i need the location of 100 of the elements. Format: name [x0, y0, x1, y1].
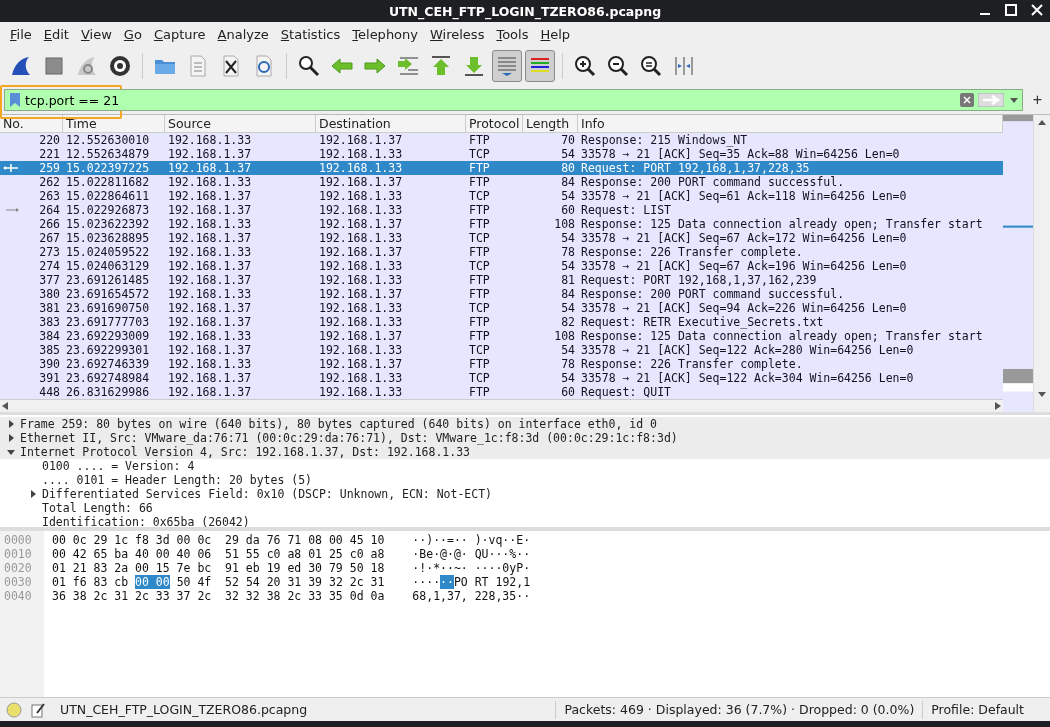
packet-row[interactable]: 259 15.022397225 192.168.1.37 192.168.1.33 FTP 80 Request: PORT 192,168,1,37,228,35: [0, 161, 1003, 175]
hex-bytes: 01 f6 83 cb 00 00 50 4f 52 54 20 31 39 32 2c 31: [52, 575, 385, 589]
column-header[interactable]: Time: [63, 115, 165, 132]
packet-row[interactable]: 273 15.024059522 192.168.1.33 192.168.1.37 FTP 78 Response: 226 Transfer complete.: [0, 245, 1003, 259]
display-filter-input[interactable]: tcp.port == 21: [22, 92, 958, 108]
table-cell-text: 23.692746339: [65, 357, 151, 371]
packet-row[interactable]: 383 23.691777703 192.168.1.37 192.168.1.33 FTP 82 Request: RETR Executive_Secrets.txt: [0, 315, 1003, 329]
packet-row[interactable]: 221 12.552634879 192.168.1.37 192.168.1.33 TCP 54 33578 → 21 [ACK] Seq=35 Ack=88 Win=64256 Len=0: [0, 147, 1003, 161]
packet-row[interactable]: 377 23.691261485 192.168.1.37 192.168.1.33 FTP 81 Request: PORT 192,168,1,37,162,239: [0, 273, 1003, 287]
table-cell-text: Response: 215 Windows_NT: [580, 133, 749, 147]
table-cell-text: 33578 → 21 [ACK] Seq=67 Ack=172 Win=64256 Len=0: [580, 231, 908, 245]
table-cell-text: 33578 → 21 [ACK] Seq=35 Ack=88 Win=64256 Len=0: [580, 147, 901, 161]
scroll-left-icon[interactable]: [2, 402, 8, 410]
byte-offset: 0030: [4, 575, 33, 589]
stop-icon: [42, 54, 66, 78]
tree-item[interactable]: Total Length: 66: [42, 501, 153, 515]
packet-row[interactable]: 384 23.692293009 192.168.1.33 192.168.1.37 FTP 108 Response: 125 Data connection already open; Transfer start: [0, 329, 1003, 343]
column-header[interactable]: No.: [0, 115, 63, 132]
expand-arrow-icon[interactable]: [6, 433, 16, 443]
tree-item[interactable]: 0100 .... = Version: 4: [42, 459, 195, 473]
table-cell-text: 108: [553, 329, 576, 343]
table-cell-text: 78: [560, 357, 576, 371]
table-cell-text: 192.168.1.33: [318, 273, 404, 287]
menu-item[interactable]: Analyze: [211, 26, 275, 42]
maximize-icon[interactable]: [1004, 3, 1018, 17]
table-cell-text: 60: [560, 385, 576, 399]
table-cell-text: Request: PORT 192,168,1,37,228,35: [580, 161, 811, 175]
hex-bytes: 01 21 83 2a 00 15 7e bc 91 eb 19 ed 30 79 50 18: [52, 561, 385, 575]
table-cell-text: FTP: [468, 385, 491, 399]
menu-item[interactable]: Telephony: [346, 26, 424, 42]
column-header[interactable]: Protocol: [466, 115, 523, 132]
packet-row[interactable]: 274 15.024063129 192.168.1.37 192.168.1.33 TCP 54 33578 → 21 [ACK] Seq=67 Ack=196 Win=64256 Len=0: [0, 259, 1003, 273]
ascii-text: ·Be·@·@· QU···%··: [412, 547, 531, 561]
column-header[interactable]: Destination: [316, 115, 466, 132]
menu-item[interactable]: View: [74, 26, 118, 42]
table-cell-text: TCP: [468, 301, 491, 315]
table-cell-text: 78: [560, 245, 576, 259]
tree-item[interactable]: Differentiated Services Field: 0x10 (DSCP: Unknown, ECN: Not-ECT): [42, 487, 493, 501]
goto-packet-icon: [396, 54, 420, 78]
packet-row[interactable]: 381 23.691690750 192.168.1.37 192.168.1.33 TCP 54 33578 → 21 [ACK] Seq=94 Ack=226 Win=64256 Len=0: [0, 301, 1003, 315]
table-cell-text: Response: 125 Data connection already open; Transfer start: [580, 329, 984, 343]
table-cell-text: 262: [38, 175, 61, 189]
table-cell-text: 384: [38, 329, 61, 343]
packet-row[interactable]: 266 15.023622392 192.168.1.33 192.168.1.37 FTP 108 Response: 125 Data connection already open; Transfer start: [0, 217, 1003, 231]
menu-item[interactable]: Edit: [37, 26, 75, 42]
expand-arrow-icon[interactable]: [28, 489, 38, 499]
scroll-down-icon[interactable]: [1038, 390, 1046, 398]
add-filter-button[interactable]: +: [1028, 91, 1046, 109]
menu-item[interactable]: Wireless: [424, 26, 491, 42]
packet-row[interactable]: 385 23.692299301 192.168.1.37 192.168.1.33 TCP 54 33578 → 21 [ACK] Seq=122 Ack=280 Win=64256 Len=0: [0, 343, 1003, 357]
tree-item[interactable]: .... 0101 = Header Length: 20 bytes (5): [42, 473, 313, 487]
menu-item[interactable]: Capture: [147, 26, 212, 42]
menu-item[interactable]: Statistics: [274, 26, 347, 42]
packet-row[interactable]: 220 12.552630010 192.168.1.33 192.168.1.37 FTP 70 Response: 215 Windows_NT: [0, 133, 1003, 147]
search-icon: [297, 54, 321, 78]
menu-item[interactable]: File: [4, 26, 38, 42]
clear-button[interactable]: [957, 91, 976, 109]
packet-row[interactable]: 264 15.022926873 192.168.1.37 192.168.1.33 FTP 60 Request: LIST: [0, 203, 1003, 217]
vertical-scrollbar[interactable]: [1033, 115, 1050, 412]
packet-row[interactable]: 448 26.831629986 192.168.1.37 192.168.1.33 FTP 60 Request: QUIT: [0, 385, 1003, 399]
display-filter-field[interactable]: tcp.port == 21: [4, 89, 1023, 111]
column-header[interactable]: Source: [165, 115, 316, 132]
column-header[interactable]: Length: [523, 115, 578, 132]
table-cell-text: 192.168.1.37: [167, 371, 253, 385]
packet-row[interactable]: 262 15.022811682 192.168.1.33 192.168.1.37 FTP 84 Response: 200 PORT command successful.: [0, 175, 1003, 189]
table-cell-text: 264: [38, 203, 61, 217]
table-cell-text: 12.552634879: [65, 147, 151, 161]
edit-comment-icon[interactable]: [30, 701, 46, 718]
horizontal-scrollbar[interactable]: [0, 399, 1003, 412]
profile-label[interactable]: Profile: Default: [931, 702, 1024, 717]
packet-row[interactable]: 390 23.692746339 192.168.1.33 192.168.1.37 FTP 78 Response: 226 Transfer complete.: [0, 357, 1003, 371]
table-cell-text: 390: [38, 357, 61, 371]
table-cell-text: 54: [560, 147, 576, 161]
packet-row[interactable]: 267 15.023628895 192.168.1.37 192.168.1.33 TCP 54 33578 → 21 [ACK] Seq=67 Ack=172 Win=64256 Len=0: [0, 231, 1003, 245]
zoom-reset-icon: [639, 54, 663, 78]
down-arrow-icon: [462, 54, 486, 78]
table-cell-text: 377: [38, 273, 61, 287]
menu-item[interactable]: Tools: [490, 26, 535, 42]
close-icon[interactable]: [1030, 3, 1044, 17]
table-cell-text: 33578 → 21 [ACK] Seq=61 Ack=118 Win=64256 Len=0: [580, 189, 908, 203]
packet-row[interactable]: 263 15.022864611 192.168.1.37 192.168.1.33 TCP 54 33578 → 21 [ACK] Seq=61 Ack=118 Win=64256 Len=0: [0, 189, 1003, 203]
restart-icon: [75, 54, 99, 78]
packet-row[interactable]: 380 23.691654572 192.168.1.33 192.168.1.37 FTP 84 Response: 200 PORT command successful.: [0, 287, 1003, 301]
table-cell-text: 266: [38, 217, 61, 231]
toolbar-button[interactable]: [525, 50, 555, 82]
packet-row[interactable]: 391 23.692748984 192.168.1.37 192.168.1.33 TCP 54 33578 → 21 [ACK] Seq=122 Ack=304 Win=64256 Len=0: [0, 371, 1003, 385]
table-cell-text: FTP: [468, 357, 491, 371]
expand-arrow-icon[interactable]: [6, 419, 16, 429]
table-cell-text: 23.691654572: [65, 287, 151, 301]
tree-item[interactable]: Identification: 0x65ba (26042): [42, 515, 250, 527]
table-cell-text: 192.168.1.33: [318, 371, 404, 385]
table-cell-text: 54: [560, 231, 576, 245]
scroll-right-icon[interactable]: [995, 402, 1001, 410]
table-cell-text: Request: LIST: [580, 203, 672, 217]
scroll-up-icon[interactable]: [1038, 119, 1046, 127]
bookmark-icon[interactable]: [8, 92, 22, 108]
table-cell-text: Request: QUIT: [580, 385, 672, 399]
menu-item[interactable]: Go: [117, 26, 148, 42]
collapse-arrow-icon[interactable]: [6, 447, 16, 457]
menu-item[interactable]: Help: [534, 26, 577, 42]
